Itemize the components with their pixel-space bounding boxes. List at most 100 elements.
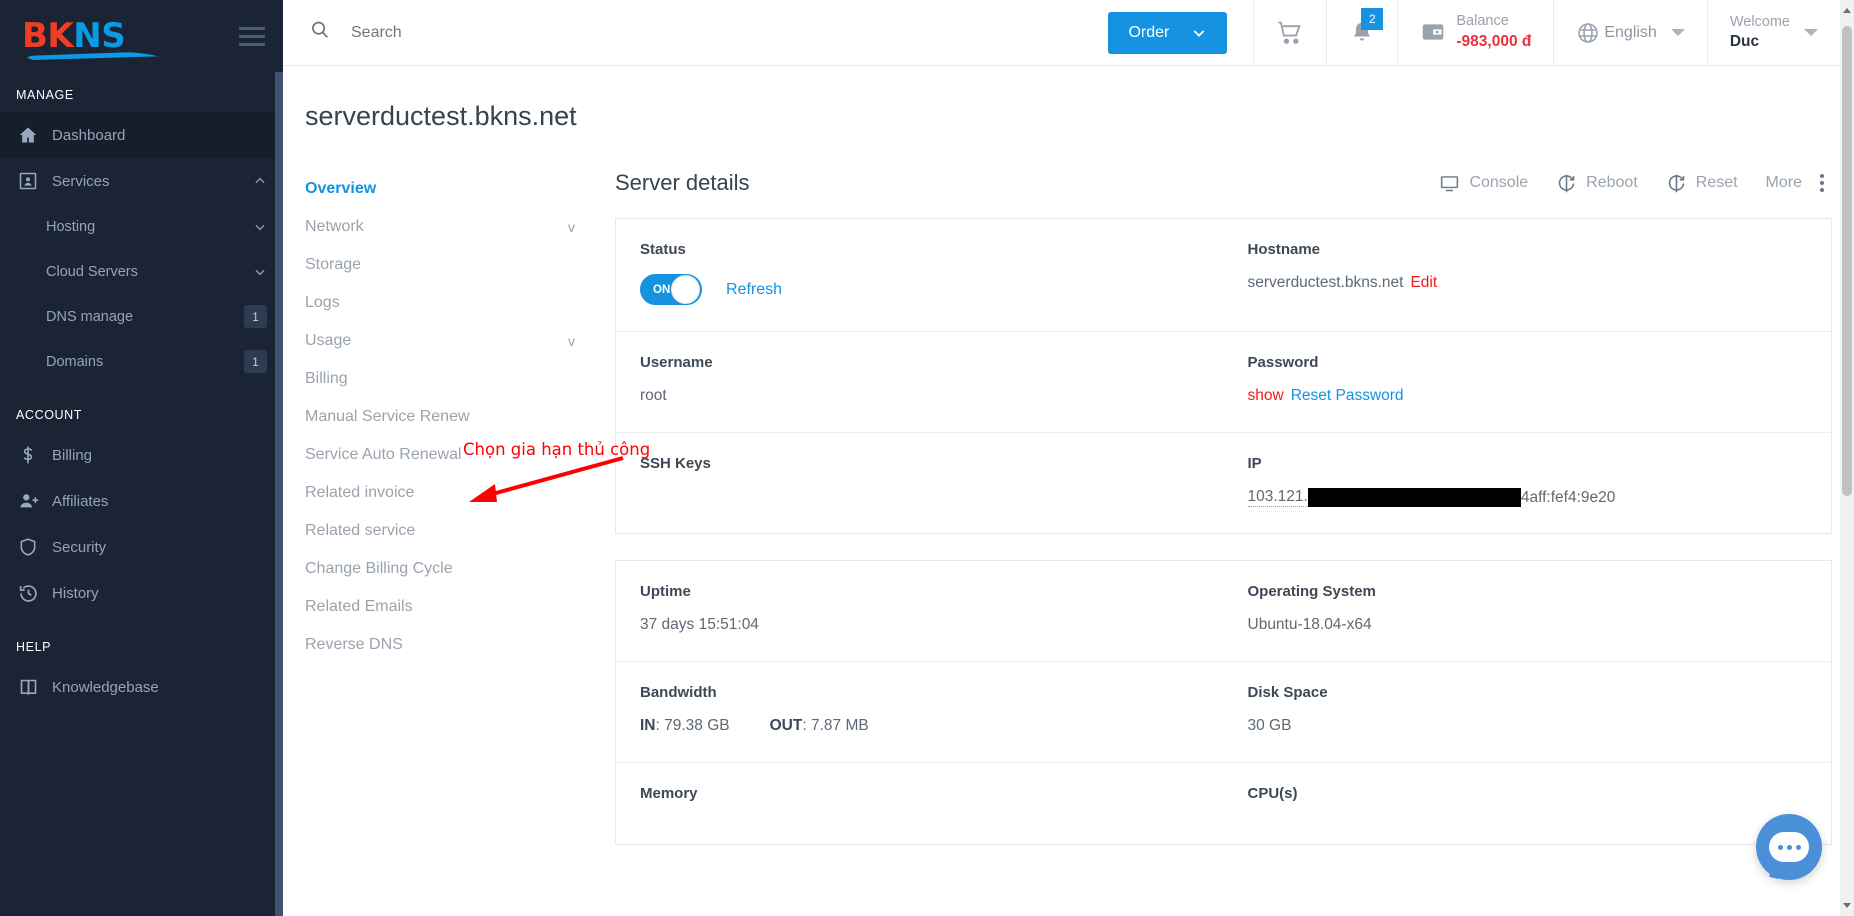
more-button[interactable]: More [1766, 174, 1824, 192]
sidebar-item-label: Dashboard [52, 126, 126, 144]
password-show-link[interactable]: show [1248, 387, 1284, 405]
ssh-keys-label: SSH Keys [640, 455, 711, 472]
main-area: Order 2 Balan [283, 0, 1854, 916]
balance-label: Balance [1456, 13, 1509, 30]
os-label: Operating System [1247, 583, 1376, 600]
welcome-label: Welcome [1729, 14, 1790, 30]
nav-item-label: Billing [305, 370, 348, 387]
nav-item-overview[interactable]: Overview [305, 170, 595, 208]
sidebar-item-affiliates[interactable]: Affiliates [0, 478, 283, 524]
chevron-down-icon [1804, 29, 1818, 36]
topbar: Order 2 Balan [283, 0, 1854, 66]
kebab-menu-icon[interactable] [1816, 174, 1824, 192]
hostname-cell: Hostname serverductest.bkns.net Edit [1224, 219, 1832, 331]
sidebar-item-billing[interactable]: Billing [0, 432, 283, 478]
scroll-down-arrow-icon[interactable] [1843, 903, 1851, 908]
chevron-down-icon [255, 224, 265, 230]
sidebar-item-hosting[interactable]: Hosting [0, 204, 283, 249]
reboot-button[interactable]: Reboot [1556, 173, 1638, 194]
history-icon [18, 583, 52, 604]
reset-password-link[interactable]: Reset Password [1291, 387, 1404, 405]
bandwidth-label: Bandwidth [640, 684, 717, 701]
chat-icon [1769, 832, 1809, 862]
console-button[interactable]: Console [1439, 173, 1528, 194]
table-row: Bandwidth IN: 79.38 GB OUT: 7.87 MB Disk… [616, 662, 1831, 763]
nav-item-label: Storage [305, 256, 362, 273]
sidebar-item-services[interactable]: Services [0, 158, 283, 204]
action-label: Console [1469, 174, 1529, 191]
annotation-text: Chọn gia hạn thủ công [463, 440, 651, 459]
search-icon[interactable] [309, 19, 331, 46]
sidebar-item-security[interactable]: Security [0, 524, 283, 570]
user-plus-icon [18, 490, 52, 512]
disk-cell: Disk Space 30 GB [1224, 662, 1832, 762]
refresh-link[interactable]: Refresh [726, 281, 782, 299]
details-actions: Console Reboot Reset More [1439, 173, 1824, 194]
chevron-up-icon [255, 177, 265, 184]
cart-button[interactable] [1253, 0, 1326, 65]
sidebar-item-cloud-servers[interactable]: Cloud Servers [0, 249, 283, 294]
table-row: SSH Keys IP 103.121. 4aff:fef4:9e20 [616, 433, 1831, 533]
nav-item-usage[interactable]: Usage v [305, 322, 595, 360]
cart-icon [1278, 21, 1302, 44]
bkns-logo[interactable]: BKNS [22, 19, 164, 60]
sidebar-item-label: Hosting [46, 218, 96, 235]
nav-item-related-emails[interactable]: Related Emails [305, 588, 595, 626]
sidebar-header: BKNS [0, 0, 283, 72]
memory-label: Memory [640, 785, 698, 802]
nav-item-change-billing-cycle[interactable]: Change Billing Cycle [305, 550, 595, 588]
sidebar-item-dns-manage[interactable]: DNS manage 1 [0, 294, 283, 339]
hostname-edit-link[interactable]: Edit [1410, 274, 1437, 292]
sidebar-item-knowledgebase[interactable]: Knowledgebase [0, 664, 283, 710]
os-cell: Operating System Ubuntu-18.04-x64 [1224, 561, 1832, 661]
nav-item-storage[interactable]: Storage [305, 246, 595, 284]
disk-value: 30 GB [1247, 717, 1292, 734]
status-label: Status [640, 241, 686, 258]
disk-label: Disk Space [1247, 684, 1328, 701]
details-title: Server details [615, 170, 750, 195]
nav-item-label: Related service [305, 522, 416, 539]
hamburger-menu-icon[interactable] [239, 26, 265, 46]
uptime-label: Uptime [640, 583, 691, 600]
order-button[interactable]: Order [1108, 12, 1228, 54]
home-icon [18, 125, 52, 145]
language-selector[interactable]: English [1553, 0, 1706, 65]
reset-button[interactable]: Reset [1666, 173, 1738, 194]
username-value: root [640, 387, 667, 404]
page-scrollbar[interactable] [1840, 0, 1854, 916]
nav-item-label: Overview [305, 180, 377, 197]
services-icon [18, 171, 52, 191]
username-label: Username [640, 354, 713, 371]
ssh-keys-cell: SSH Keys [616, 433, 1224, 533]
os-value: Ubuntu-18.04-x64 [1247, 616, 1372, 633]
chat-support-button[interactable] [1756, 814, 1822, 880]
nav-item-network[interactable]: Network v [305, 208, 595, 246]
app-root: BKNS MANAGE Dashboard Services Hosting C… [0, 0, 1854, 916]
balance-button[interactable]: Balance -983,000 đ [1397, 0, 1553, 65]
username-cell: Username root [616, 332, 1224, 432]
search-input[interactable] [351, 23, 751, 42]
user-menu[interactable]: Welcome Duc [1706, 0, 1854, 65]
sidebar-item-dashboard[interactable]: Dashboard [0, 112, 283, 158]
nav-item-billing[interactable]: Billing [305, 360, 595, 398]
memory-cell: Memory [616, 763, 1224, 844]
shield-icon [18, 537, 52, 557]
cpu-label: CPU(s) [1247, 785, 1298, 802]
bandwidth-cell: Bandwidth IN: 79.38 GB OUT: 7.87 MB [616, 662, 1224, 762]
status-cell: Status ON Refresh [616, 219, 1224, 331]
scrollbar-thumb[interactable] [1842, 26, 1852, 496]
sidebar-item-history[interactable]: History [0, 570, 283, 616]
nav-item-manual-service-renew[interactable]: Manual Service Renew [305, 398, 595, 436]
scroll-up-arrow-icon[interactable] [1843, 8, 1851, 13]
nav-item-logs[interactable]: Logs [305, 284, 595, 322]
chevron-down-icon [1194, 30, 1205, 37]
nav-item-related-service[interactable]: Related service [305, 512, 595, 550]
notifications-button[interactable]: 2 [1326, 0, 1397, 65]
sidebar-section-help: HELP [16, 640, 52, 654]
ip-label: IP [1247, 455, 1262, 472]
bandwidth-in-key: IN [640, 717, 656, 734]
nav-item-related-invoice[interactable]: Related invoice [305, 474, 595, 512]
status-toggle[interactable]: ON [640, 274, 702, 305]
nav-item-reverse-dns[interactable]: Reverse DNS [305, 626, 595, 664]
sidebar-item-domains[interactable]: Domains 1 [0, 339, 283, 384]
